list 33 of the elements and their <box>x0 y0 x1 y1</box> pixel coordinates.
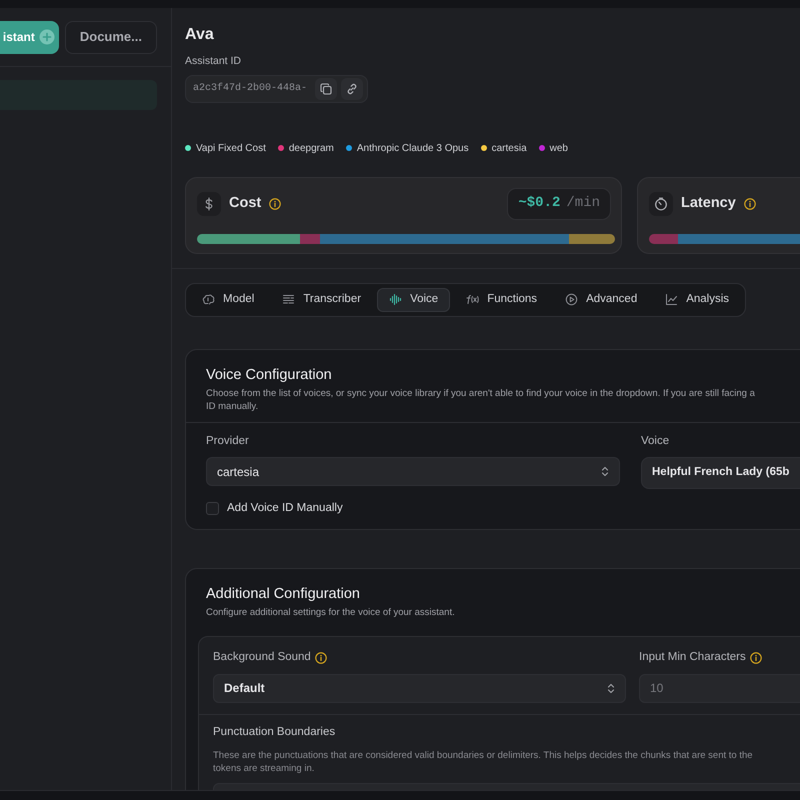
number-input-field[interactable]: 10 <box>639 674 800 702</box>
legend-item: Anthropic Claude 3 Opus <box>346 140 469 156</box>
id-field[interactable]: a2c3f47d-2b00-448a- <box>185 74 368 103</box>
tab[interactable]: Voice <box>377 288 450 312</box>
field-label: Input Min Characters <box>639 650 746 666</box>
legend-item: web <box>538 140 568 156</box>
tab[interactable]: Advanced <box>553 288 650 312</box>
tab[interactable]: Transcriber <box>270 288 374 312</box>
select-field[interactable]: cartesia <box>206 457 620 486</box>
legend-item: deepgram <box>278 140 334 156</box>
legend-item: Vapi Fixed Cost <box>185 140 266 156</box>
metric-title: Latency <box>681 194 736 213</box>
panel-description: Choose from the list of voices, or sync your voice library if you aren't able to find your voice in the dropdown. If you are still facing a ID manually. <box>206 386 756 413</box>
field-label: Provider <box>206 434 249 449</box>
assistant-name: Ava <box>185 25 215 45</box>
panel-description: Configure additional settings for the voice of your assistant. <box>206 606 456 620</box>
field-label: Voice <box>641 434 670 449</box>
tab[interactable]: Functions <box>454 288 550 312</box>
checkbox-label: Add Voice ID Manually <box>227 501 343 516</box>
section-description: These are the punctuations that are considered valid boundaries or delimiters. This helps decides the chunks that are sent to the tokens are streaming in. <box>213 749 754 776</box>
section-title: Punctuation Boundaries <box>213 726 336 740</box>
tab[interactable]: Model <box>190 288 266 312</box>
select-field[interactable]: Default <box>213 674 626 702</box>
panel-title: Additional Configuration <box>206 585 361 604</box>
field-label: Assistant ID <box>185 54 242 69</box>
panel-title: Voice Configuration <box>206 366 333 384</box>
select-field[interactable]: Helpful French Lady (65b <box>641 457 800 489</box>
price-display: ~$0.2 /min <box>507 188 611 220</box>
legend-item: cartesia <box>480 140 527 156</box>
field-label: Background Sound <box>213 650 311 666</box>
tab-button[interactable]: Docume... <box>64 20 157 54</box>
metric-title: Cost <box>229 194 262 213</box>
tab[interactable]: Analysis <box>653 288 742 312</box>
